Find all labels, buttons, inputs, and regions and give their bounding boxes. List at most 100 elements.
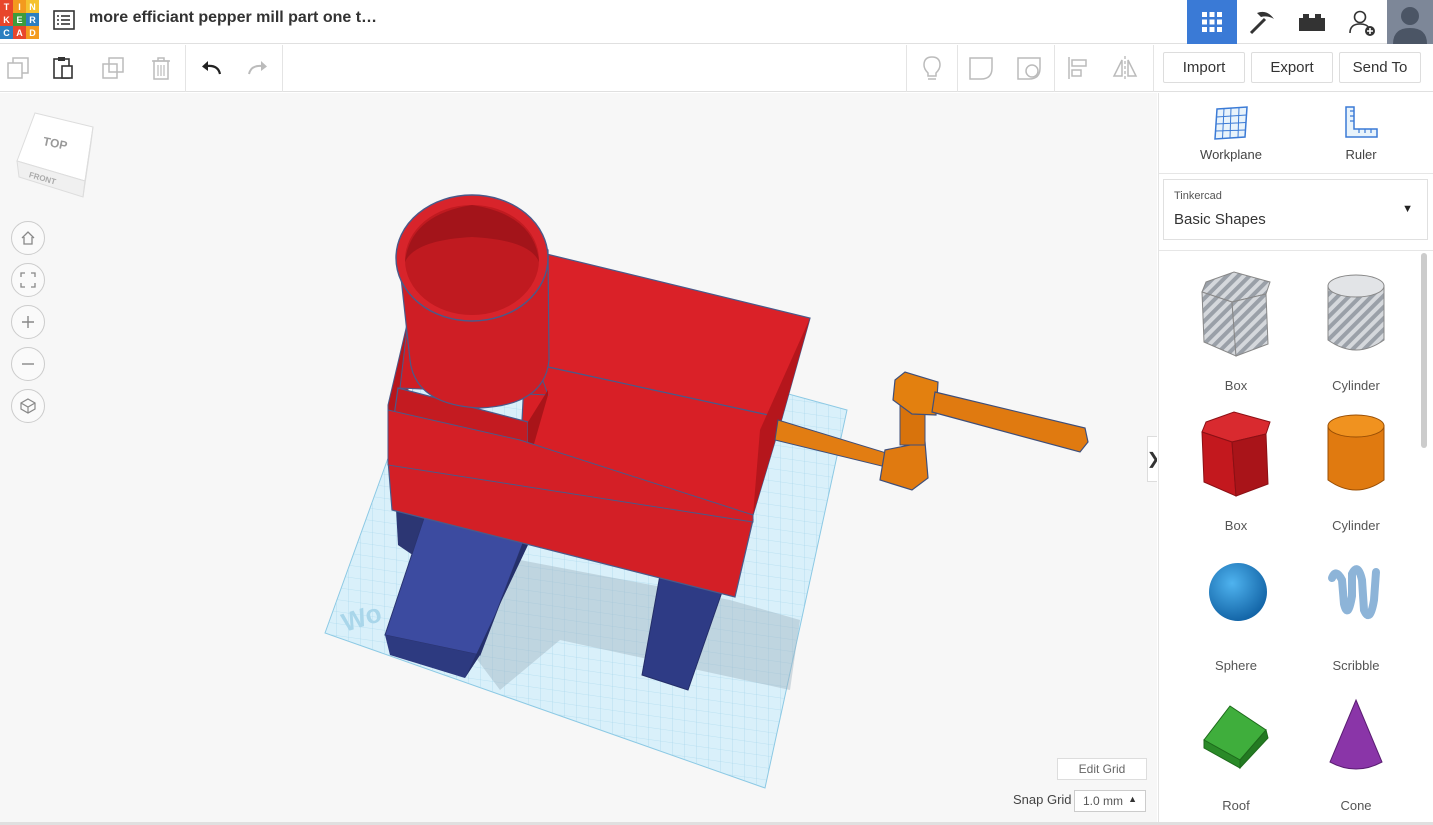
logo-letter: R [26, 13, 39, 26]
hole-button[interactable] [1014, 53, 1044, 83]
notes-button[interactable] [917, 53, 947, 83]
grid-view-icon [1202, 12, 1222, 32]
logo-letter: E [13, 13, 26, 26]
edit-toolbar: Import Export Send To [0, 45, 1433, 92]
perspective-button[interactable] [11, 389, 45, 423]
home-view-button[interactable] [11, 221, 45, 255]
tinkercad-app: TINKERCAD more efficiant pepper mill par… [0, 0, 1433, 825]
grid-view-button[interactable] [1187, 0, 1237, 44]
shape-roof[interactable]: Roof [1181, 690, 1291, 820]
shape-cylinder-hole[interactable]: Cylinder [1301, 270, 1411, 400]
add-user-icon [1349, 10, 1375, 36]
shape-label: Scribble [1332, 658, 1380, 673]
export-button[interactable]: Export [1251, 52, 1333, 83]
workplane-tool[interactable]: Workplane [1181, 105, 1281, 162]
fit-all-icon [20, 272, 36, 288]
shapes-panel: Workplane Ruler Tinkercad Basic Shapes ▼ [1158, 93, 1433, 825]
align-button[interactable] [1063, 53, 1093, 83]
copy-button[interactable] [3, 53, 33, 83]
box-icon [1201, 411, 1271, 497]
ruler-icon [1345, 106, 1378, 138]
delete-button[interactable] [146, 53, 176, 83]
paste-icon [53, 57, 73, 79]
panel-divider [1159, 173, 1433, 174]
logo-letter: N [26, 0, 39, 13]
cylinder-icon [1327, 414, 1385, 491]
delete-icon [152, 57, 170, 80]
box-hole-icon [1201, 271, 1271, 357]
shape-box-hole[interactable]: Box [1181, 270, 1291, 400]
logo-letter: D [26, 26, 39, 39]
zoom-in-button[interactable] [11, 305, 45, 339]
orange-connector-block [879, 441, 929, 491]
logo-letter: C [0, 26, 13, 39]
workplane-label-text: Workplane [1200, 147, 1262, 162]
design-list-icon[interactable] [53, 10, 75, 30]
caret-down-icon: ▼ [1402, 203, 1413, 215]
undo-icon [202, 61, 222, 75]
shape-library-select[interactable]: Tinkercad Basic Shapes ▼ [1163, 179, 1428, 240]
solid-shape-button[interactable] [966, 53, 996, 83]
snap-grid-select[interactable]: 1.0 mm ▲ [1074, 790, 1146, 812]
pickaxe-button[interactable] [1237, 0, 1287, 44]
shape-label: Box [1224, 378, 1248, 393]
shape-label: Sphere [1215, 658, 1257, 673]
shape-scribble[interactable]: Scribble [1301, 550, 1411, 680]
cone-icon [1329, 698, 1383, 770]
logo-letter: T [0, 0, 13, 13]
home-icon [21, 231, 35, 245]
ruler-label-text: Ruler [1345, 147, 1377, 162]
fit-view-button[interactable] [11, 263, 45, 297]
logo-letter: I [13, 0, 26, 13]
design-title[interactable]: more efficiant pepper mill part one t… [89, 9, 377, 27]
duplicate-icon [102, 57, 124, 79]
toolbar-divider [957, 45, 958, 92]
redo-button[interactable] [243, 53, 273, 83]
toolbar-divider [1054, 45, 1055, 92]
redo-icon [248, 61, 267, 75]
paste-button[interactable] [48, 53, 78, 83]
shape-cylinder[interactable]: Cylinder [1301, 410, 1411, 540]
roof-icon [1203, 705, 1269, 770]
cube-icon [20, 398, 36, 414]
panel-divider [1159, 250, 1433, 251]
library-source: Tinkercad [1174, 190, 1222, 202]
minus-icon [22, 363, 34, 365]
plus-icon [22, 316, 34, 328]
scene-view[interactable]: Wo [0, 93, 1157, 825]
caret-up-icon: ▲ [1128, 794, 1137, 804]
undo-button[interactable] [196, 53, 226, 83]
copy-icon [7, 57, 29, 79]
cylinder-hole-icon [1327, 274, 1385, 351]
lightbulb-icon [923, 56, 941, 80]
shape-icon [969, 57, 993, 80]
duplicate-button[interactable] [98, 53, 128, 83]
user-avatar-icon [1387, 0, 1433, 44]
top-right-nav [1187, 0, 1433, 44]
3d-workspace[interactable]: Wo TOP FRONT Edit Grid Snap Grid 1.0 mm … [0, 93, 1157, 825]
panel-scrollbar[interactable] [1421, 253, 1427, 448]
shape-box[interactable]: Box [1181, 410, 1291, 540]
edit-grid-button[interactable]: Edit Grid [1057, 758, 1147, 780]
collapse-panel-button[interactable]: ❯ [1147, 436, 1157, 482]
import-button[interactable]: Import [1163, 52, 1245, 83]
bricks-button[interactable] [1287, 0, 1337, 44]
avatar[interactable] [1387, 0, 1433, 44]
send-to-button[interactable]: Send To [1339, 52, 1421, 83]
shape-label: Cylinder [1332, 378, 1380, 393]
shape-cone[interactable]: Cone [1301, 690, 1411, 820]
ruler-tool[interactable]: Ruler [1311, 105, 1411, 162]
shape-sphere[interactable]: Sphere [1181, 550, 1291, 680]
orange-handle [931, 391, 1089, 453]
shape-label: Cone [1340, 798, 1372, 813]
hole-icon [1017, 57, 1041, 80]
tinkercad-logo[interactable]: TINKERCAD [0, 0, 40, 40]
mirror-button[interactable] [1110, 53, 1140, 83]
add-user-button[interactable] [1337, 0, 1387, 44]
shape-label: Roof [1222, 798, 1250, 813]
pickaxe-icon [1249, 11, 1274, 35]
shape-label: Cylinder [1332, 518, 1380, 533]
view-cube[interactable]: TOP FRONT [13, 111, 95, 201]
zoom-out-button[interactable] [11, 347, 45, 381]
snap-grid-label: Snap Grid [1013, 792, 1072, 807]
